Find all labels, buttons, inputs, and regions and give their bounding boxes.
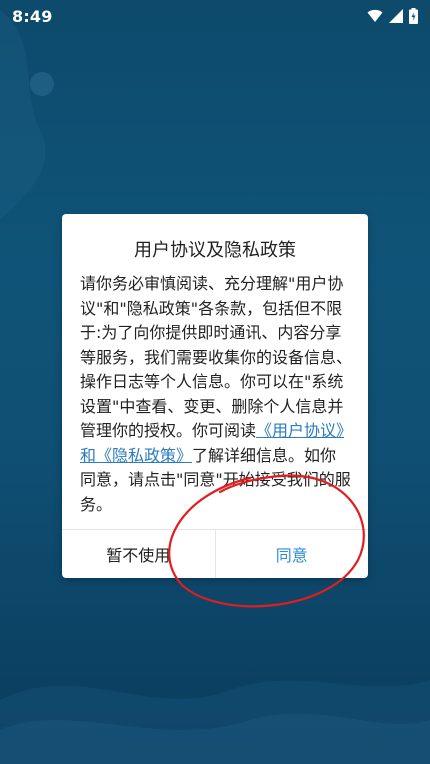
status-time: 8:49 — [12, 6, 53, 26]
status-icons — [367, 8, 418, 24]
wifi-icon — [367, 9, 383, 22]
status-bar: 8:49 — [0, 0, 430, 32]
signal-icon — [389, 9, 403, 23]
decline-button[interactable]: 暂不使用 — [62, 530, 216, 578]
dialog-body-text: 请你务必审慎阅读、充分理解"用户协议"和"隐私政策"各条款，包括但不限于:为了向… — [80, 274, 353, 440]
dialog-body: 请你务必审慎阅读、充分理解"用户协议"和"隐私政策"各条款，包括但不限于:为了向… — [80, 272, 352, 517]
battery-charging-icon — [409, 8, 418, 24]
dialog-title: 用户协议及隐私政策 — [134, 240, 296, 261]
privacy-dialog: 用户协议及隐私政策 请你务必审慎阅读、充分理解"用户协议"和"隐私政策"各条款，… — [62, 214, 368, 578]
dialog-buttons: 暂不使用 同意 — [62, 529, 368, 578]
accept-button[interactable]: 同意 — [216, 530, 369, 578]
